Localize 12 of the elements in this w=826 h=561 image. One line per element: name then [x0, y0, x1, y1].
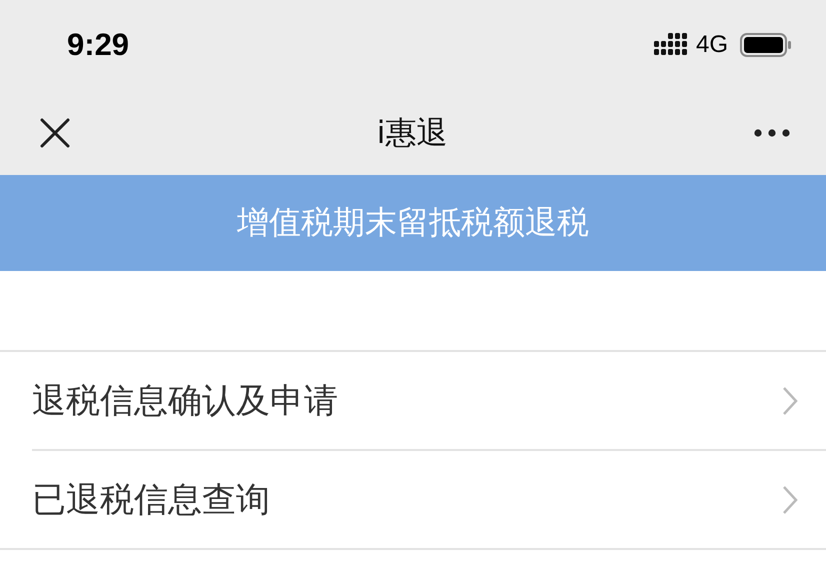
chevron-icon: [782, 386, 798, 416]
network-label: 4G: [696, 31, 728, 59]
menu-item[interactable]: 已退税信息查询: [32, 449, 826, 548]
more-icon[interactable]: [754, 128, 790, 136]
page-title: i惠退: [376, 114, 448, 152]
banner: 增值税期末留抵税额退税: [0, 175, 826, 271]
status-time: 9:29: [67, 27, 130, 63]
signal-icon: [654, 33, 688, 57]
chevron-icon: [782, 484, 798, 514]
menu-item[interactable]: 退税信息确认及申请: [32, 352, 826, 449]
battery-icon: [740, 33, 792, 57]
close-icon[interactable]: [40, 118, 70, 148]
